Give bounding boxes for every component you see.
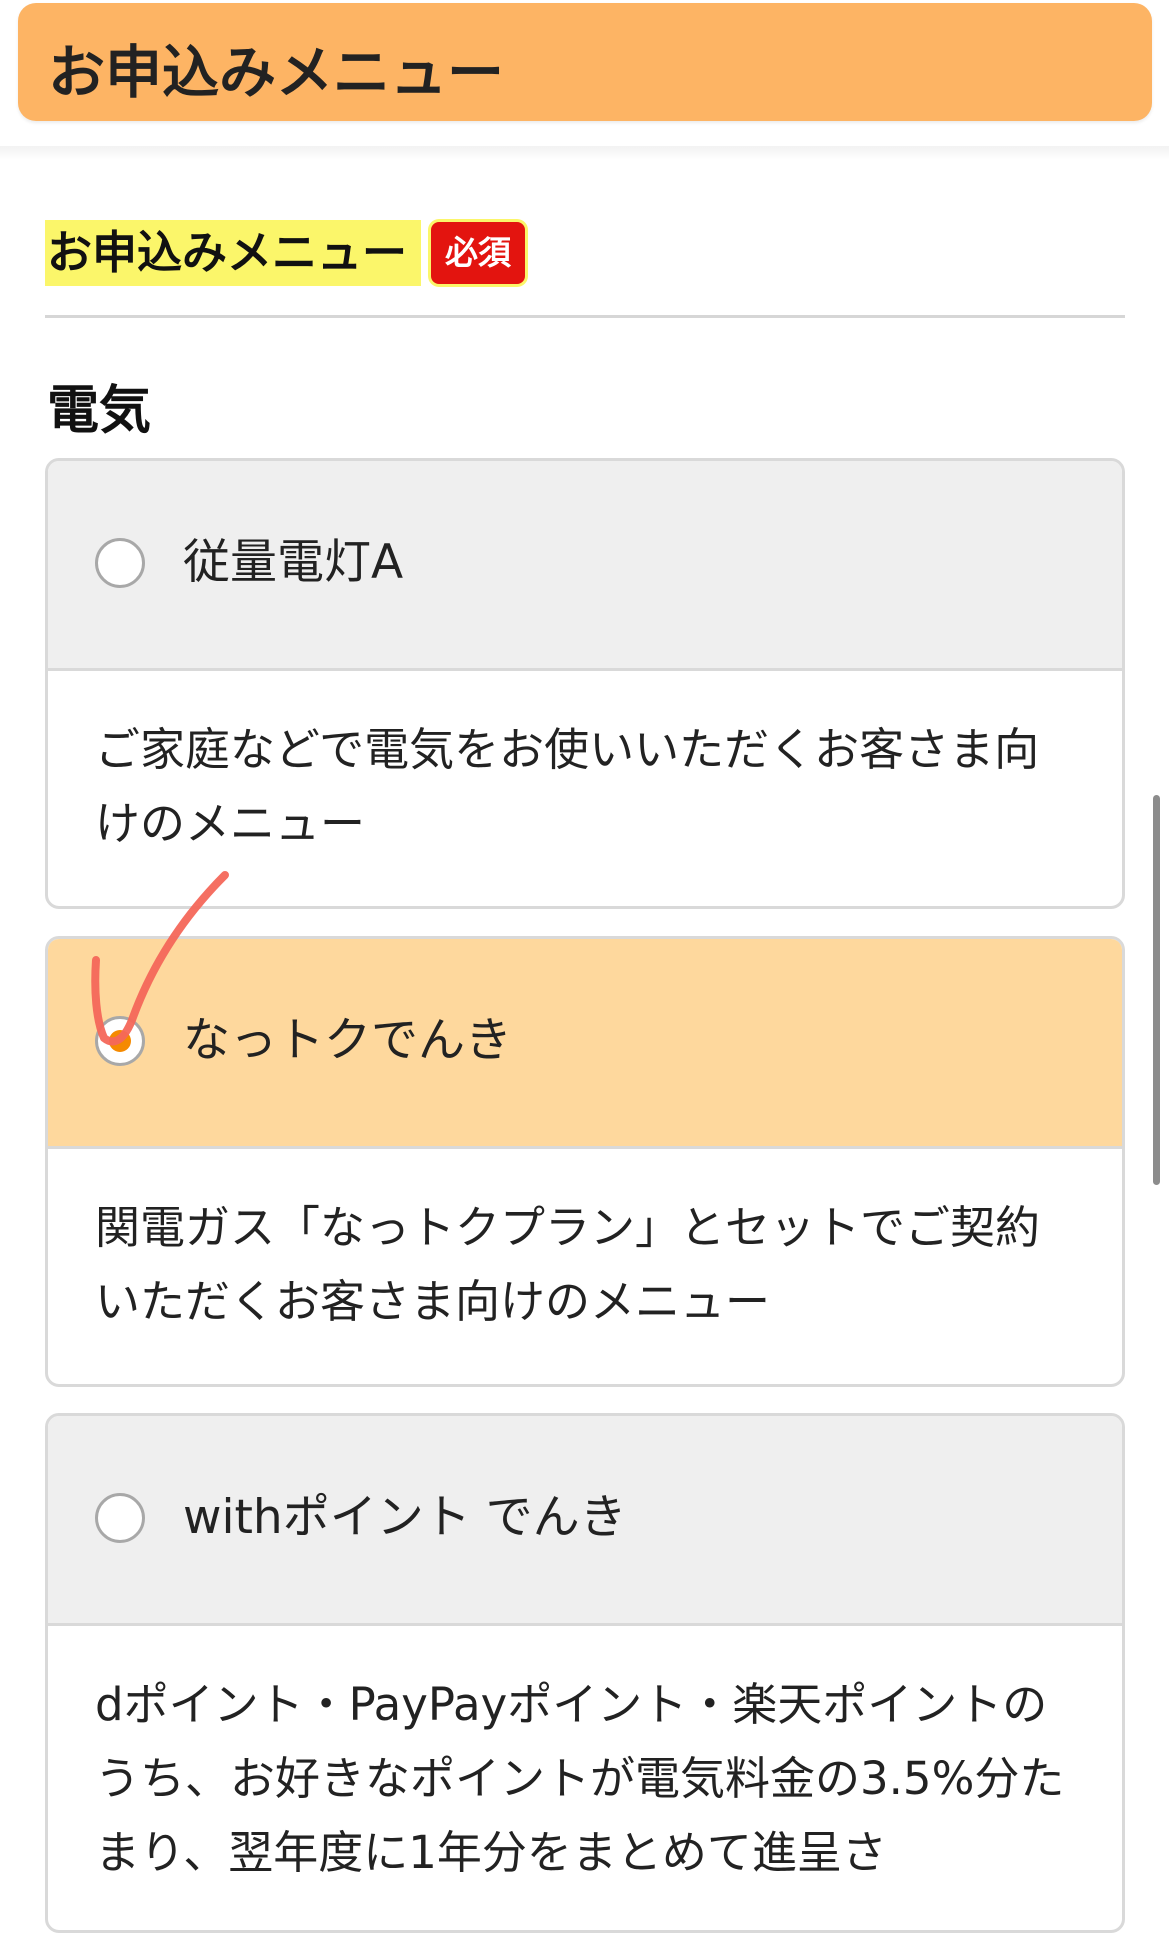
menu-header-bar: お申込みメニュー: [18, 3, 1152, 121]
section-divider: [45, 315, 1125, 318]
plan-option-description: ご家庭などで電気をお使いいただくお客さま向けのメニュー: [95, 723, 1040, 850]
scrollbar[interactable]: [1153, 795, 1160, 1185]
plan-option-label: なっトクでんき: [183, 1013, 512, 1068]
plan-option-header[interactable]: 従量電灯A: [48, 461, 1122, 671]
radio-button[interactable]: [95, 538, 145, 588]
plan-option-label: withポイント でんき: [183, 1490, 627, 1545]
radio-button-selected[interactable]: [95, 1016, 145, 1066]
radio-selected-dot: [109, 1030, 131, 1052]
plan-option-description: dポイント・PayPayポイント・楽天ポイントのうち、お好きなポイントが電気料金…: [95, 1678, 1065, 1879]
header-shadow: [0, 146, 1169, 160]
radio-button[interactable]: [95, 1493, 145, 1543]
plan-option-juryo-dento-a[interactable]: 従量電灯A ご家庭などで電気をお使いいただくお客さま向けのメニュー: [45, 458, 1125, 909]
plan-option-with-point-denki[interactable]: withポイント でんき dポイント・PayPayポイント・楽天ポイントのうち、…: [45, 1413, 1125, 1933]
plan-option-description: 関電ガス「なっトクプラン」とセットでご契約いただくお客さま向けのメニュー: [95, 1201, 1041, 1328]
plan-option-label: 従量電灯A: [183, 535, 404, 590]
required-badge: 必須: [431, 222, 526, 284]
plan-option-header[interactable]: withポイント でんき: [48, 1416, 1122, 1626]
menu-header-title: お申込みメニュー: [48, 40, 504, 106]
plan-option-nattoku-denki[interactable]: なっトクでんき 関電ガス「なっトクプラン」とセットでご契約いただくお客さま向けの…: [45, 936, 1125, 1387]
plan-option-header[interactable]: なっトクでんき: [48, 939, 1122, 1149]
section-heading-text: お申込みメニュー: [45, 220, 422, 286]
section-heading: お申込みメニュー 必須: [45, 218, 526, 288]
category-label-electricity: 電気: [47, 381, 152, 441]
